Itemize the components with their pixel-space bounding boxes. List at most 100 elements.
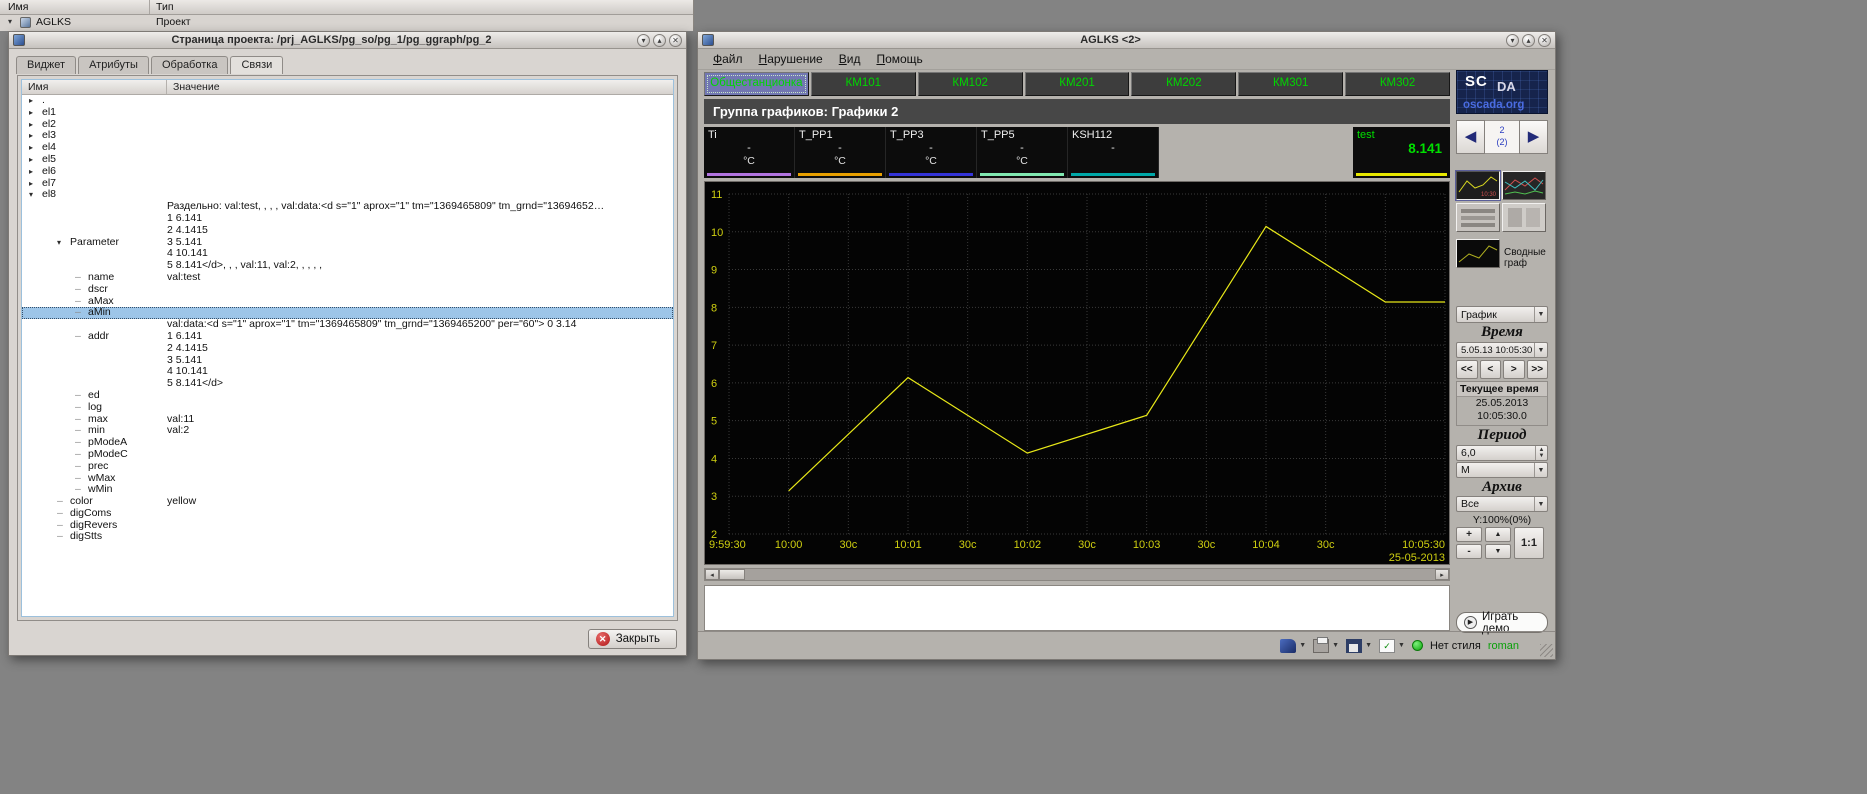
param-panel-T_PP1[interactable]: T_PP1-°C — [795, 127, 886, 178]
links-tree-header[interactable]: Имя Значение — [22, 80, 673, 95]
runtime-titlebar[interactable]: AGLKS <2> ▾ ▴ ✕ — [698, 32, 1555, 49]
trend-thumb-2[interactable] — [1502, 171, 1546, 200]
view-mode-select[interactable]: График ▼ — [1456, 306, 1548, 323]
expand-icon[interactable]: ▸ — [29, 166, 33, 178]
close-dialog-button[interactable]: ✕ Закрыть — [588, 629, 677, 649]
chart-horizontal-scrollbar[interactable]: ◂ ▸ — [704, 568, 1450, 581]
scrollbar-track[interactable] — [745, 569, 1435, 580]
header-value-column[interactable]: Значение — [173, 81, 220, 93]
summary-graphs-label[interactable]: Сводные граф — [1504, 247, 1550, 269]
trend-thumb-1[interactable]: 10:30 — [1456, 171, 1500, 200]
tree-row[interactable]: –prec — [22, 461, 673, 473]
style-brush-icon[interactable] — [1280, 639, 1296, 653]
time-select[interactable]: 5.05.13 10:05:30 ▼ — [1456, 342, 1548, 358]
menu-item-1[interactable]: Файл — [706, 50, 750, 68]
station-tab-1[interactable]: Общестанционка — [704, 72, 809, 96]
param-panel-KSH112[interactable]: KSH112- — [1068, 127, 1159, 178]
dropdown-caret-icon[interactable]: ▼ — [1332, 642, 1339, 649]
expand-icon[interactable]: ▸ — [29, 95, 33, 107]
tree-row[interactable]: ▸el6 — [22, 166, 673, 178]
column-type[interactable]: Тип — [156, 1, 174, 13]
editor-tab-1[interactable]: Виджет — [16, 56, 76, 74]
prev-page-button[interactable]: ◀ — [1456, 120, 1485, 154]
tree-row[interactable]: 1 6.141 — [22, 213, 673, 225]
editor-titlebar[interactable]: Страница проекта: /prj_AGLKS/pg_so/pg_1/… — [9, 32, 686, 49]
tree-row[interactable]: –coloryellow — [22, 496, 673, 508]
collapse-icon[interactable]: ▾ — [29, 189, 33, 201]
expand-icon[interactable]: ▸ — [29, 154, 33, 166]
tree-row[interactable]: –wMin — [22, 484, 673, 496]
tree-row[interactable]: ▸el7 — [22, 178, 673, 190]
spin-arrows[interactable]: ▲▼ — [1535, 446, 1547, 460]
tree-row[interactable]: –digStts — [22, 531, 673, 543]
expand-icon[interactable]: ▸ — [29, 178, 33, 190]
param-panel-Ti[interactable]: Ti-°C — [704, 127, 795, 178]
maximize-button[interactable]: ▴ — [653, 34, 666, 47]
dropdown-caret-icon[interactable]: ▼ — [1365, 642, 1372, 649]
station-tab-7[interactable]: КМ302 — [1345, 72, 1450, 96]
tree-row[interactable]: –digComs — [22, 508, 673, 520]
tree-row[interactable]: 4 10.141 — [22, 366, 673, 378]
dropdown-caret-icon[interactable]: ▼ — [1398, 642, 1405, 649]
zoom-out-button[interactable]: - — [1456, 544, 1482, 559]
editor-tab-2[interactable]: Атрибуты — [78, 56, 149, 74]
tree-row[interactable]: –wMax — [22, 473, 673, 485]
tree-row[interactable]: ▸el4 — [22, 142, 673, 154]
close-button[interactable]: ✕ — [1538, 34, 1551, 47]
tree-row[interactable]: –ed — [22, 390, 673, 402]
shift-down-button[interactable]: ▼ — [1485, 544, 1511, 559]
minimize-button[interactable]: ▾ — [1506, 34, 1519, 47]
tree-row[interactable]: 5 8.141</d>, , , val:11, val:2, , , , , — [22, 260, 673, 272]
param-panel-T_PP3[interactable]: T_PP3-°C — [886, 127, 977, 178]
tree-row[interactable]: –log — [22, 402, 673, 414]
station-tab-6[interactable]: КМ301 — [1238, 72, 1343, 96]
menu-item-2[interactable]: Нарушение — [752, 50, 830, 68]
expand-icon[interactable]: ▸ — [29, 119, 33, 131]
nav-fast-forward-button[interactable]: >> — [1527, 360, 1549, 379]
tree-row[interactable]: 3 5.141 — [22, 355, 673, 367]
station-tab-2[interactable]: КМ101 — [811, 72, 916, 96]
message-area[interactable] — [704, 585, 1450, 631]
tree-row[interactable]: 2 4.1415 — [22, 225, 673, 237]
oscada-logo[interactable]: SC DA oscada.org — [1456, 70, 1548, 114]
document-check-icon[interactable]: ✓ — [1379, 639, 1395, 653]
trend-thumb-3[interactable] — [1456, 203, 1500, 232]
tree-row[interactable]: –dscr — [22, 284, 673, 296]
station-tab-5[interactable]: КМ202 — [1131, 72, 1236, 96]
trend-thumb-4[interactable] — [1502, 203, 1546, 232]
minimize-button[interactable]: ▾ — [637, 34, 650, 47]
station-tab-3[interactable]: КМ102 — [918, 72, 1023, 96]
tree-row[interactable]: ▾Parameter3 5.141 — [22, 237, 673, 249]
editor-tab-4[interactable]: Связи — [230, 56, 283, 74]
zoom-in-button[interactable]: + — [1456, 527, 1482, 542]
tree-row[interactable]: 4 10.141 — [22, 248, 673, 260]
period-unit-select[interactable]: М ▼ — [1456, 462, 1548, 478]
tree-row[interactable]: 5 8.141</d> — [22, 378, 673, 390]
nav-back-button[interactable]: < — [1480, 360, 1502, 379]
editor-tab-3[interactable]: Обработка — [151, 56, 228, 74]
maximize-button[interactable]: ▴ — [1522, 34, 1535, 47]
expand-icon[interactable]: ▾ — [8, 17, 12, 26]
tree-row[interactable]: –pModeC — [22, 449, 673, 461]
shift-up-button[interactable]: ▲ — [1485, 527, 1511, 542]
tree-row[interactable]: –digRevers — [22, 520, 673, 532]
param-panel-test[interactable]: test8.141 — [1353, 127, 1450, 178]
tree-row[interactable]: –maxval:11 — [22, 414, 673, 426]
tree-row[interactable]: val:data:<d s="1" aprox="1" tm="13694658… — [22, 319, 673, 331]
menu-item-4[interactable]: Помощь — [869, 50, 929, 68]
nav-forward-button[interactable]: > — [1503, 360, 1525, 379]
tree-row[interactable]: ▸el5 — [22, 154, 673, 166]
header-name-column[interactable]: Имя — [28, 81, 48, 93]
user-name[interactable]: roman — [1488, 640, 1519, 652]
close-button[interactable]: ✕ — [669, 34, 682, 47]
save-icon[interactable] — [1346, 639, 1362, 653]
tree-row[interactable]: ▸el1 — [22, 107, 673, 119]
nav-fast-back-button[interactable]: << — [1456, 360, 1478, 379]
expand-icon[interactable]: ▸ — [29, 130, 33, 142]
resize-grip[interactable] — [1540, 644, 1553, 657]
tree-row[interactable]: Раздельно: val:test, , , , val:data:<d s… — [22, 201, 673, 213]
param-panel-T_PP5[interactable]: T_PP5-°C — [977, 127, 1068, 178]
scale-1to1-button[interactable]: 1:1 — [1514, 527, 1544, 559]
tree-row[interactable]: ▸el3 — [22, 130, 673, 142]
scrollbar-thumb[interactable] — [719, 569, 745, 580]
